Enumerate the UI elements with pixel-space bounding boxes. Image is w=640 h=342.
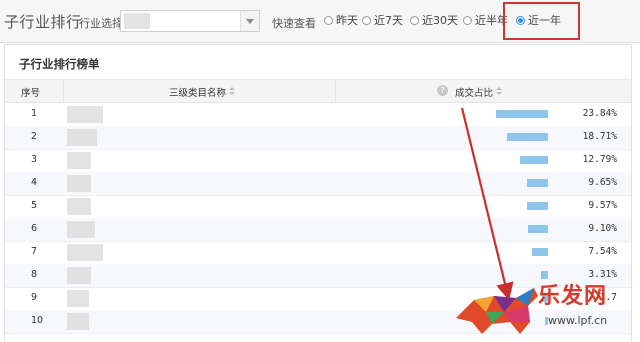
row-rank: 4 — [31, 177, 38, 188]
column-header-category-name[interactable]: 三级类目名称 — [169, 85, 236, 99]
radio-7-days[interactable]: 近7天 — [362, 13, 403, 27]
share-percent: 12.79% — [582, 154, 617, 165]
row-rank: 1 — [31, 108, 38, 119]
table-row[interactable]: 7 7.54% — [5, 241, 631, 265]
row-rank: 6 — [31, 223, 38, 234]
radio-half-year[interactable]: 近半年 — [463, 13, 508, 27]
help-icon[interactable]: ? — [437, 85, 448, 96]
divider — [63, 80, 64, 102]
row-rank: 9 — [31, 292, 38, 303]
bull-logo-icon — [456, 288, 538, 334]
share-bar — [527, 179, 548, 187]
table-header: 序号 三级类目名称 ? 成交占比 — [5, 80, 631, 103]
table-row[interactable]: 3 12.79% — [5, 149, 631, 173]
table-row[interactable]: 6 9.10% — [5, 218, 631, 242]
table-row[interactable]: 5 9.57% — [5, 195, 631, 219]
column-header-share[interactable]: 成交占比 — [455, 85, 503, 99]
category-name-redacted — [67, 198, 91, 215]
radio-button-icon[interactable] — [362, 15, 371, 25]
row-rank: 7 — [31, 246, 38, 257]
highlight-annotation-box — [503, 2, 580, 40]
category-name-redacted — [67, 313, 89, 330]
share-percent: 23.84% — [582, 108, 617, 119]
table-row[interactable]: 2 18.71% — [5, 126, 631, 150]
row-rank: 3 — [31, 154, 38, 165]
sort-icon[interactable] — [496, 87, 503, 97]
category-name-redacted — [67, 267, 91, 284]
table-row[interactable]: 1 23.84% — [5, 103, 631, 127]
category-name-redacted — [67, 129, 97, 146]
category-name-redacted — [67, 106, 103, 123]
table-row[interactable]: 4 9.65% — [5, 172, 631, 196]
row-rank: 8 — [31, 269, 38, 280]
share-bar — [496, 110, 548, 118]
chevron-down-icon[interactable] — [240, 11, 259, 31]
industry-select-value — [124, 13, 150, 29]
radio-30-days[interactable]: 近30天 — [410, 13, 458, 27]
category-name-redacted — [67, 152, 91, 169]
watermark-brand: 乐发网 — [538, 283, 608, 309]
filter-bar: 子行业排行 行业选择 快速查看 昨天 近7天 近30天 近半年 近一年 — [0, 0, 640, 43]
category-name-redacted — [67, 244, 103, 261]
page-title: 子行业排行 — [4, 13, 82, 31]
category-name-redacted — [67, 221, 95, 238]
share-percent: 9.65% — [588, 177, 617, 188]
share-bar — [527, 202, 548, 210]
share-percent: 7.54% — [588, 246, 617, 257]
share-bar — [532, 248, 548, 256]
share-bar — [528, 225, 548, 233]
share-bar — [507, 133, 548, 141]
sort-icon[interactable] — [229, 87, 236, 97]
watermark-url: www.lpf.cn — [548, 314, 608, 327]
category-name-redacted — [67, 175, 91, 192]
industry-select[interactable] — [120, 10, 260, 32]
row-rank: 5 — [31, 200, 38, 211]
column-header-rank: 序号 — [21, 88, 41, 99]
industry-select-label: 行业选择 — [79, 17, 123, 30]
row-rank: 10 — [31, 315, 44, 326]
share-percent: 9.10% — [588, 223, 617, 234]
divider — [335, 80, 336, 102]
quick-view-label: 快速查看 — [272, 17, 316, 30]
share-percent: 18.71% — [582, 131, 617, 142]
radio-button-icon[interactable] — [463, 15, 472, 25]
watermark-logo: 乐发网 www.lpf.cn — [446, 278, 636, 338]
category-name-redacted — [67, 290, 89, 307]
radio-button-icon[interactable] — [324, 15, 333, 25]
share-percent: 9.57% — [588, 200, 617, 211]
radio-yesterday[interactable]: 昨天 — [324, 13, 358, 27]
radio-button-icon[interactable] — [410, 15, 419, 25]
share-bar — [520, 156, 548, 164]
row-rank: 2 — [31, 131, 38, 142]
panel-title: 子行业排行榜单 — [19, 57, 100, 71]
